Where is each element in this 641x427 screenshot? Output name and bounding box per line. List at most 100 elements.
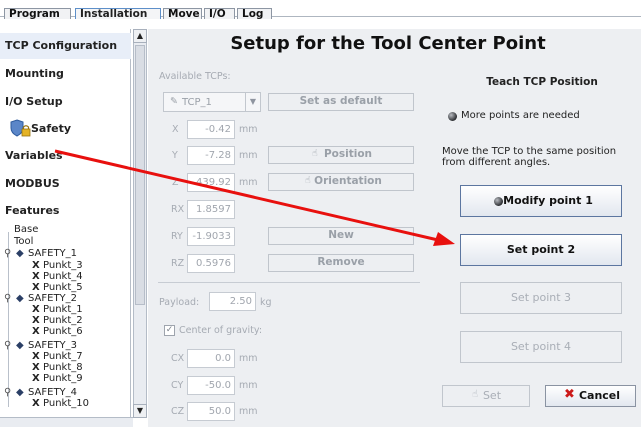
tab-io[interactable]: I/O xyxy=(204,8,235,19)
sidebar-item-io-setup[interactable]: I/O Setup xyxy=(0,89,131,115)
point-icon: X xyxy=(32,271,40,282)
tree-expand-icon[interactable]: ⚲ xyxy=(4,340,11,351)
tree-item-punkt-2[interactable]: Punkt_2 xyxy=(43,315,83,326)
tree-item-punkt-1[interactable]: Punkt_1 xyxy=(43,304,83,315)
tree-item-punkt-3[interactable]: Punkt_3 xyxy=(43,260,83,271)
tree-item-punkt-4[interactable]: Punkt_4 xyxy=(43,271,83,282)
set-as-default-button[interactable]: Set as default xyxy=(268,93,414,111)
sidebar-item-tcp-configuration[interactable]: TCP Configuration xyxy=(0,33,131,59)
ry-field[interactable]: -1.9033 xyxy=(187,227,235,246)
center-of-gravity-label: Center of gravity: xyxy=(179,325,263,336)
tree-item-punkt-7[interactable]: Punkt_7 xyxy=(43,351,83,362)
tree-item-punkt-6[interactable]: Punkt_6 xyxy=(43,326,83,337)
cancel-button[interactable]: Cancel xyxy=(545,385,636,407)
close-icon: ✖ xyxy=(564,387,575,402)
position-button[interactable]: Position xyxy=(268,146,414,164)
set-point-4-button[interactable]: Set point 4 xyxy=(460,331,622,363)
tab-installation[interactable]: Installation xyxy=(75,8,161,19)
cx-label: CX xyxy=(171,353,185,364)
instruction-line-2: from different angles. xyxy=(442,157,551,168)
plane-icon: ◆ xyxy=(16,340,24,351)
cz-unit: mm xyxy=(239,406,258,417)
x-field[interactable]: -0.42 xyxy=(187,120,235,139)
status-text: More points are needed xyxy=(461,110,580,121)
ry-label: RY xyxy=(171,231,183,242)
x-unit: mm xyxy=(239,124,258,135)
cx-unit: mm xyxy=(239,353,258,364)
pointer-icon: ☝ xyxy=(472,389,479,400)
set-button[interactable]: Set xyxy=(442,385,530,407)
point-icon: X xyxy=(32,362,40,373)
cx-field[interactable]: 0.0 xyxy=(187,349,235,368)
x-label: X xyxy=(172,124,179,135)
payload-label: Payload: xyxy=(159,297,200,308)
tab-log[interactable]: Log xyxy=(237,8,272,19)
set-point-3-button[interactable]: Set point 3 xyxy=(460,282,622,314)
sidebar-item-features[interactable]: Features xyxy=(0,198,131,224)
pointer-icon: ☝ xyxy=(312,148,318,159)
tree-item-safety-1[interactable]: SAFETY_1 xyxy=(28,248,77,259)
rx-field[interactable]: 1.8597 xyxy=(187,200,235,219)
tab-move[interactable]: Move xyxy=(163,8,202,19)
status-indicator-icon xyxy=(448,112,457,121)
modify-point-1-button[interactable]: Modify point 1 xyxy=(460,185,622,217)
tcp-edit-icon: ✎ xyxy=(170,96,178,107)
divider xyxy=(158,282,420,283)
teach-heading: Teach TCP Position xyxy=(486,76,598,88)
instruction-line-1: Move the TCP to the same position xyxy=(442,146,617,157)
point-icon: X xyxy=(32,282,40,293)
tree-item-punkt-9[interactable]: Punkt_9 xyxy=(43,373,83,384)
scroll-down-icon[interactable]: ▼ xyxy=(133,404,147,418)
tree-expand-icon[interactable]: ⚲ xyxy=(4,248,11,259)
tree-item-punkt-5[interactable]: Punkt_5 xyxy=(43,282,83,293)
tree-item-base[interactable]: Base xyxy=(14,224,38,235)
horizontal-scrollbar[interactable] xyxy=(0,417,133,427)
set-point-2-button[interactable]: Set point 2 xyxy=(460,234,622,266)
safety-shield-lock-icon xyxy=(10,119,31,137)
tree-item-safety-3[interactable]: SAFETY_3 xyxy=(28,340,77,351)
chevron-down-icon[interactable]: ▼ xyxy=(245,93,260,111)
payload-unit: kg xyxy=(260,297,272,308)
sidebar-item-variables[interactable]: Variables xyxy=(0,143,131,169)
tree-item-tool[interactable]: Tool xyxy=(14,236,33,247)
tree-expand-icon[interactable]: ⚲ xyxy=(4,387,11,398)
tree-item-punkt-8[interactable]: Punkt_8 xyxy=(43,362,83,373)
z-unit: mm xyxy=(239,177,258,188)
point-icon: X xyxy=(32,315,40,326)
cy-field[interactable]: -50.0 xyxy=(187,376,235,395)
rz-field[interactable]: 0.5976 xyxy=(187,254,235,273)
tree-expand-icon[interactable]: ⚲ xyxy=(4,293,11,304)
sidebar-item-modbus[interactable]: MODBUS xyxy=(0,171,131,197)
available-tcps-label: Available TCPs: xyxy=(159,71,231,82)
point-icon: X xyxy=(32,373,40,384)
z-field[interactable]: 439.92 xyxy=(187,173,235,192)
tree-item-safety-4[interactable]: SAFETY_4 xyxy=(28,387,77,398)
cy-label: CY xyxy=(171,380,184,391)
y-field[interactable]: -7.28 xyxy=(187,146,235,165)
cz-label: CZ xyxy=(171,406,185,417)
payload-field[interactable]: 2.50 xyxy=(209,292,256,311)
tree-item-punkt-10[interactable]: Punkt_10 xyxy=(43,398,89,409)
pointer-icon: ☝ xyxy=(305,175,311,186)
cy-unit: mm xyxy=(239,380,258,391)
plane-icon: ◆ xyxy=(16,387,24,398)
y-label: Y xyxy=(172,150,178,161)
point-icon: X xyxy=(32,398,40,409)
plane-icon: ◆ xyxy=(16,293,24,304)
orientation-button[interactable]: Orientation xyxy=(268,173,414,191)
center-of-gravity-checkbox[interactable]: ✓ xyxy=(164,325,175,336)
new-button[interactable]: New xyxy=(268,227,414,245)
scroll-up-icon[interactable]: ▲ xyxy=(133,29,147,43)
plane-icon: ◆ xyxy=(16,248,24,259)
tree-item-safety-2[interactable]: SAFETY_2 xyxy=(28,293,77,304)
point-icon: X xyxy=(32,351,40,362)
rz-label: RZ xyxy=(171,258,185,269)
tab-program[interactable]: Program xyxy=(4,8,71,19)
remove-button[interactable]: Remove xyxy=(268,254,414,272)
y-unit: mm xyxy=(239,150,258,161)
cz-field[interactable]: 50.0 xyxy=(187,402,235,421)
scrollbar-thumb[interactable] xyxy=(135,45,145,305)
sidebar-item-mounting[interactable]: Mounting xyxy=(0,61,131,87)
tcp-select-value: TCP_1 xyxy=(182,97,212,108)
z-label: Z xyxy=(172,177,179,188)
